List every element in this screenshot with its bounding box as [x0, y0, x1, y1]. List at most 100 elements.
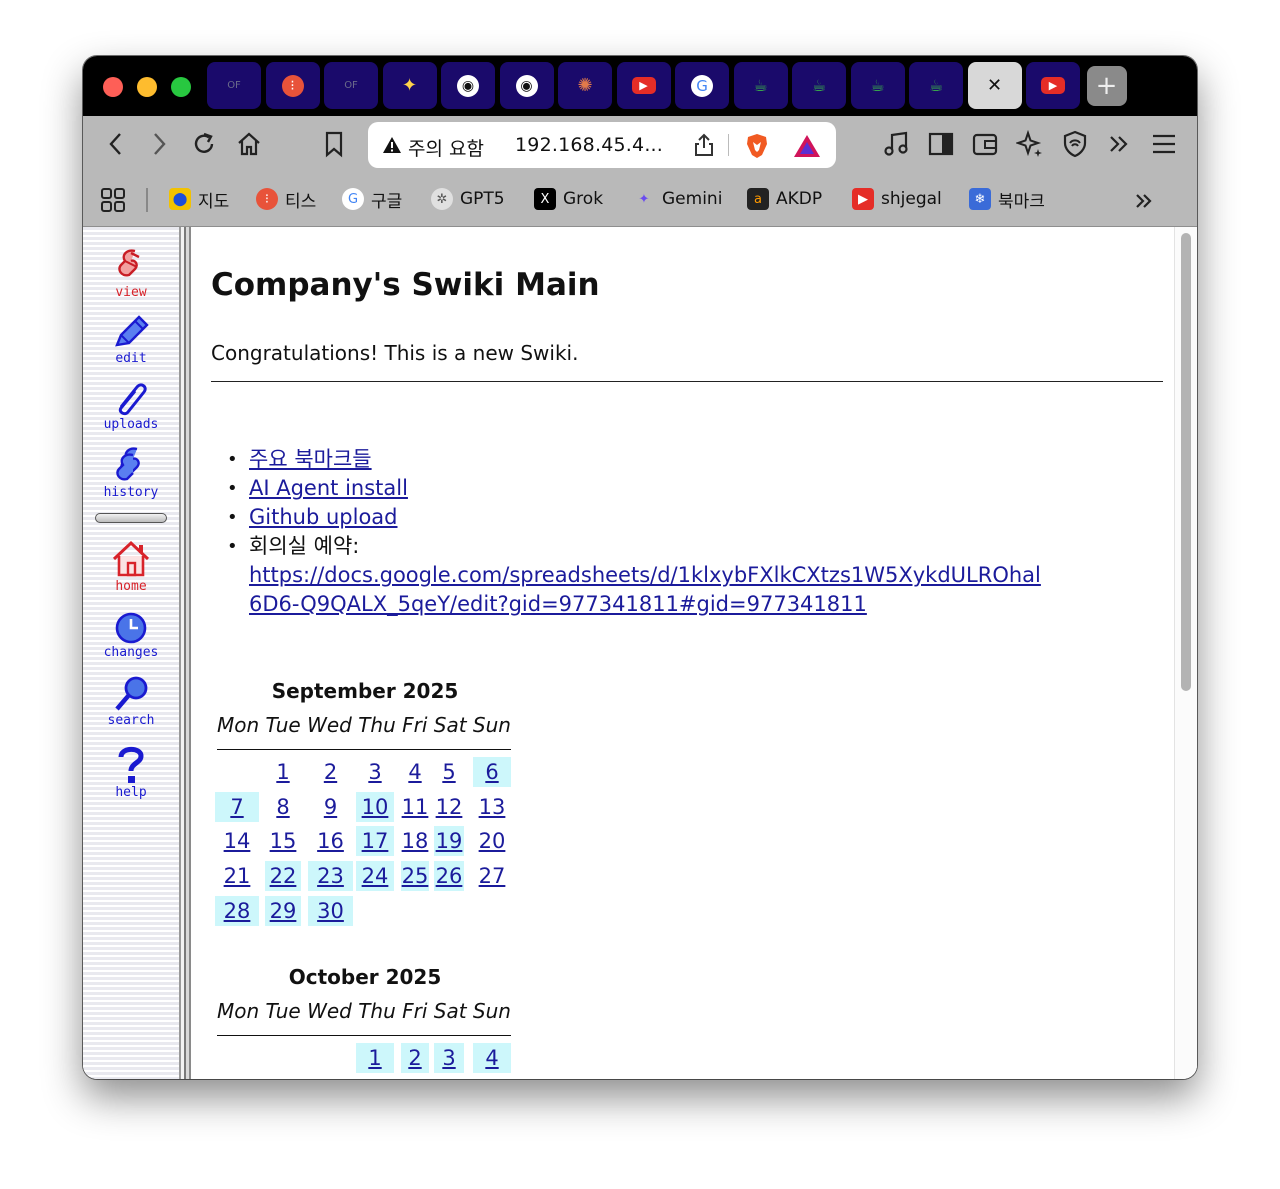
calendar-day-link[interactable]: 11	[401, 792, 429, 822]
bookmark-item[interactable]: ⁝ 티스	[256, 186, 316, 212]
calendar-day-link[interactable]: 21	[215, 861, 259, 891]
calendar-day-link[interactable]: 18	[401, 826, 429, 856]
tab-6[interactable]: ◉	[499, 62, 554, 109]
sidebar-help-button[interactable]: help	[95, 743, 167, 800]
reload-button[interactable]	[189, 128, 219, 160]
address-bar[interactable]: 주의 요함 192.168.45.4...	[368, 122, 836, 168]
tab-2[interactable]: ⁝	[265, 62, 320, 109]
scrollbar-thumb[interactable]	[1181, 233, 1191, 691]
more-bookmarks-icon[interactable]	[1133, 190, 1155, 212]
sidebar-changes-button[interactable]: changes	[95, 611, 167, 660]
sidebar-toggle-button[interactable]	[926, 128, 956, 160]
bookmark-item[interactable]: G 구글	[342, 186, 402, 212]
bookmark-item[interactable]: ❄ 북마크	[969, 186, 1045, 212]
calendar-day-link[interactable]: 13	[473, 792, 511, 822]
sidebar-edit-button[interactable]: edit	[95, 313, 167, 366]
calendar-day-link[interactable]: 16	[308, 826, 353, 856]
calendar-day-link[interactable]: 23	[308, 861, 353, 892]
calendar-day-link[interactable]: 24	[356, 861, 394, 892]
calendar-day-link[interactable]: 14	[215, 826, 259, 856]
calendar-day-link[interactable]: 29	[265, 895, 301, 926]
calendar-day-link[interactable]: 26	[434, 861, 464, 892]
music-note-icon	[884, 131, 908, 156]
sidebar-uploads-button[interactable]: uploads	[95, 379, 167, 432]
tab-15[interactable]: ▶	[1026, 62, 1080, 109]
calendar-day-link[interactable]: 3	[434, 1043, 464, 1073]
new-tab-button[interactable]: +	[1086, 66, 1127, 106]
tab-11[interactable]: ☕	[792, 62, 846, 109]
bookmark-item[interactable]: ⬤ 지도	[169, 186, 229, 212]
media-button[interactable]	[881, 128, 911, 160]
tab-1[interactable]: OF	[207, 62, 261, 109]
github-upload-link[interactable]: Github upload	[249, 505, 398, 529]
tab-8[interactable]: ▶	[616, 62, 671, 109]
calendar-day-link[interactable]: 7	[215, 791, 259, 822]
calendar-day-link[interactable]: 5	[434, 757, 464, 787]
frame-divider[interactable]	[179, 227, 191, 1079]
wallet-button[interactable]	[970, 128, 1000, 160]
calendar-day-link[interactable]: 25	[401, 861, 429, 892]
calendar-day-link[interactable]: 8	[265, 792, 301, 822]
calendar-day-link[interactable]: 2	[401, 1043, 429, 1073]
calendar-day-link[interactable]: 15	[265, 826, 301, 856]
calendar-day-link[interactable]: 9	[308, 792, 353, 822]
bookmark-item[interactable]: X Grok	[534, 186, 603, 212]
calendar-day-link[interactable]: 19	[434, 826, 464, 857]
sidebar-history-button[interactable]: history	[95, 445, 167, 500]
bookmark-item[interactable]: ▶ shjegal	[852, 186, 942, 212]
calendar-day-link[interactable]: 22	[265, 861, 301, 892]
vpn-button[interactable]	[1060, 128, 1090, 160]
tab-12[interactable]: ☕	[850, 62, 905, 109]
apps-grid-icon[interactable]	[100, 187, 126, 213]
share-icon[interactable]	[693, 133, 715, 157]
back-button[interactable]	[101, 128, 131, 160]
tab-14[interactable]: ✕	[967, 62, 1022, 109]
calendar-day-link[interactable]: 10	[356, 791, 394, 822]
bookmarks-link[interactable]: 주요 북마크들	[249, 447, 372, 471]
zoom-window-button[interactable]	[171, 77, 191, 97]
calendar-day-link[interactable]: 28	[215, 895, 259, 926]
bookmark-item[interactable]: ✦ Gemini	[633, 186, 722, 212]
sidebar-view-button[interactable]: view	[95, 247, 167, 300]
forward-button[interactable]	[144, 128, 174, 160]
calendar-day-link[interactable]: 4	[401, 757, 429, 787]
minimize-window-button[interactable]	[137, 77, 157, 97]
menu-button[interactable]	[1149, 128, 1179, 160]
ai-agent-install-link[interactable]: AI Agent install	[249, 476, 408, 500]
bookmark-button[interactable]	[319, 128, 349, 160]
tab-7[interactable]: ✺	[558, 62, 612, 109]
meeting-room-sheet-link[interactable]: https://docs.google.com/spreadsheets/d/1…	[249, 561, 1049, 619]
calendar-day-link[interactable]: 4	[473, 1043, 511, 1073]
tab-3[interactable]: OF	[324, 62, 378, 109]
calendar-day-link[interactable]: 27	[473, 861, 511, 891]
calendar-day-link[interactable]: 20	[473, 826, 511, 856]
bookmark-item[interactable]: ✲ GPT5	[431, 186, 505, 212]
brave-rewards-icon[interactable]	[792, 133, 822, 159]
calendar-day-link[interactable]: 1	[265, 757, 301, 787]
vertical-scrollbar[interactable]	[1174, 227, 1197, 1079]
calendar-day-link[interactable]: 12	[434, 792, 464, 822]
more-tools-button[interactable]	[1104, 128, 1134, 160]
url-text[interactable]: 192.168.45.4...	[515, 134, 663, 156]
tab-10[interactable]: ☕	[733, 62, 788, 109]
calendar-day-link[interactable]: 1	[356, 1043, 394, 1073]
calendar-day-link[interactable]: 3	[356, 757, 394, 787]
tab-5[interactable]: ◉	[441, 62, 495, 109]
calendar-day-link[interactable]: 2	[308, 757, 353, 787]
close-window-button[interactable]	[103, 77, 123, 97]
tab-4[interactable]: ✦	[382, 62, 437, 109]
bookmarks-bar: ⬤ 지도 ⁝ 티스 G 구글 ✲ GPT5 X Grok ✦ Gemini a AKDP ▶ shjegal ❄…	[83, 174, 1197, 227]
bookmark-item[interactable]: a AKDP	[747, 186, 822, 212]
bookmark-label: Grok	[563, 189, 604, 209]
tab-13[interactable]: ☕	[909, 62, 963, 109]
hamburger-menu-icon	[1153, 134, 1175, 154]
home-button[interactable]	[234, 128, 264, 160]
sidebar-search-button[interactable]: search	[95, 675, 167, 728]
sidebar-home-button[interactable]: home	[95, 539, 167, 594]
calendar-day-link[interactable]: 17	[356, 826, 394, 857]
calendar-day-link[interactable]: 30	[308, 895, 353, 926]
brave-shield-icon[interactable]	[744, 132, 770, 160]
calendar-day-link[interactable]: 6	[473, 757, 511, 787]
leo-ai-button[interactable]	[1015, 128, 1045, 160]
tab-9[interactable]: G	[675, 62, 729, 109]
